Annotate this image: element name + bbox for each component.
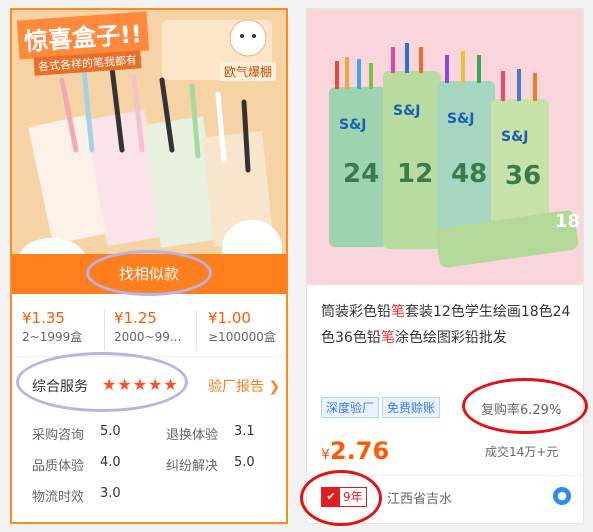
price-tier: ¥1.25 2000~99... [114,306,206,356]
supplier-location: 江西省吉水 [387,492,453,507]
metric-value: 4.0 [100,455,121,470]
product-image-colored-pencils[interactable]: S&J S&J S&J S&J 24 12 48 36 18 [307,9,583,285]
service-tags: 深度验厂 免费赊账 [321,397,443,418]
tier-quantity: 2000~99... [114,330,182,344]
tube-brand-label: S&J [501,129,529,145]
tube-number: 36 [505,161,542,191]
factory-report-link[interactable]: 验厂报告 ❯ [208,376,280,396]
metric-value: 5.0 [234,455,255,470]
metric-value: 3.1 [234,424,255,439]
price-tier: ¥1.35 2~1999盒 [22,306,114,356]
price-value: 2.76 [329,437,390,465]
price-tier: ¥1.00 ≥100000盒 [208,306,286,356]
tube-number: 12 [397,159,434,189]
product-price: ¥2.76 [321,437,389,465]
image-sticker-text: 欧气爆棚 [220,62,277,81]
deal-volume: 成交14万+元 [485,445,559,459]
title-text: 筒装彩色铅 [321,304,391,320]
product-title[interactable]: 筒装彩色铅笔套装12色学生绘画18色24色36色铅笔涂色绘图彩铅批发 [321,299,573,351]
annotation-circle [86,250,212,296]
chat-icon[interactable]: ● [553,487,571,505]
tier-price: ¥1.00 [208,309,251,327]
metric-value: 5.0 [100,424,121,439]
metric-label: 品质体验 [32,459,85,474]
price-tiers: ¥1.35 2~1999盒 ¥1.25 2000~99... ¥1.00 ≥10… [12,306,286,357]
divider [196,310,197,350]
tube-number: 48 [451,159,488,189]
metric-label: 纠纷解决 [166,459,219,474]
annotation-circle [462,378,588,434]
tube-number: 18 [555,211,581,232]
metric-value: 3.0 [100,486,121,501]
tube-brand-label: S&J [339,117,367,133]
tube-brand-label: S&J [393,103,421,119]
metric-label: 退换体验 [166,428,219,443]
title-keyword: 笔 [391,304,405,320]
tier-quantity: 2~1999盒 [22,330,83,344]
tier-quantity: ≥100000盒 [208,330,276,344]
annotation-circle [300,470,382,526]
tier-price: ¥1.35 [22,309,65,327]
tier-price: ¥1.25 [114,309,157,327]
title-text: 涂色绘图彩铅批发 [394,330,507,346]
annotation-circle [16,352,188,412]
product-card-right[interactable]: S&J S&J S&J S&J 24 12 48 36 18 筒装彩色铅笔套装1… [306,8,584,524]
title-keyword: 笔 [380,330,395,346]
currency-symbol: ¥ [321,447,330,463]
pencil-tubes-illustration [307,9,583,285]
metric-label: 采购咨询 [32,428,85,443]
metric-label: 物流时效 [32,490,85,505]
tube-number: 24 [343,159,380,189]
divider [104,310,105,350]
tube-brand-label: S&J [447,111,475,127]
tag-deep-inspection: 深度验厂 [321,397,380,418]
tag-free-credit: 免费赊账 [382,397,441,418]
